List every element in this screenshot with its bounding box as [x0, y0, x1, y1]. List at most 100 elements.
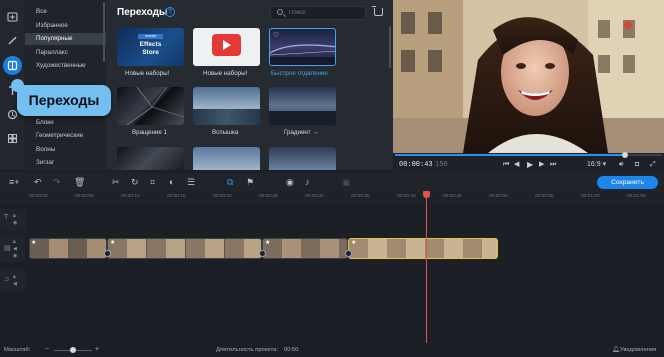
zoom-out-icon[interactable]: − [45, 346, 49, 353]
tile-rotation[interactable] [117, 87, 184, 125]
playback-progress[interactable] [395, 152, 662, 158]
video-preview [393, 0, 664, 153]
crop-icon[interactable]: ⌗ [150, 177, 155, 187]
time-ruler[interactable]: 00:00:00 00:00:05 00:00:10 00:00:15 00:0… [0, 191, 664, 203]
playhead-handle[interactable] [423, 191, 430, 198]
visibility-icon[interactable]: ◉ [13, 220, 17, 226]
more-icon[interactable] [4, 130, 21, 147]
clip-favorite-icon[interactable]: ★ [265, 239, 270, 246]
tile-transition-9[interactable] [269, 147, 336, 170]
aspect-ratio-select[interactable]: 16:9 ▾ [587, 160, 606, 169]
zoom-slider-knob[interactable] [70, 347, 76, 353]
tile-label-selected: Быстрое отдаление [271, 70, 328, 77]
ruler-tick: 00:00:05 [75, 194, 94, 199]
transition-marker-icon[interactable] [345, 250, 352, 257]
transition-wizard-icon[interactable]: ⧉ [227, 177, 233, 187]
record-voice-icon[interactable]: ◉ [286, 177, 294, 187]
lock-icon[interactable]: 🔒︎ [13, 239, 16, 245]
progress-fill [395, 154, 625, 156]
progress-knob[interactable] [621, 152, 628, 158]
preview-frame-image [393, 0, 664, 153]
color-adjust-icon[interactable]: ◐ [169, 177, 174, 187]
clip-favorite-icon[interactable]: ★ [110, 239, 115, 246]
redo-icon[interactable]: ↷ [53, 177, 61, 187]
marker-icon[interactable]: ⚑ [246, 177, 254, 187]
ruler-tick: 00:00:50 [489, 194, 508, 199]
step-forward-icon[interactable]: ▶ [539, 160, 544, 169]
step-back-icon[interactable]: ◀ [514, 160, 519, 169]
aspect-ratio-value: 16:9 [587, 161, 601, 168]
delete-icon[interactable]: 🗑︎ [74, 177, 85, 187]
panel-scrollbar[interactable] [389, 26, 391, 68]
tile-fast-zoom-out[interactable]: ♡ [269, 28, 336, 66]
tooltip-callout: Переходы [11, 79, 111, 116]
lock-icon[interactable]: 🔒︎ [13, 274, 16, 280]
zoom-in-icon[interactable]: + [95, 346, 99, 353]
ruler-tick: 00:00:00 [29, 194, 48, 199]
lock-icon[interactable]: 🔒︎ [13, 213, 16, 219]
audio-track-icon: ♫ [4, 276, 10, 283]
category-waves[interactable]: Волны [25, 144, 106, 156]
category-scrollbar[interactable] [103, 2, 105, 62]
tile-youtube-pack[interactable] [193, 28, 260, 66]
category-blocks[interactable]: Блоки [25, 117, 106, 129]
webcam-icon[interactable]: ▣ [342, 177, 351, 187]
rotate-icon[interactable]: ↻ [131, 177, 139, 187]
undo-icon[interactable]: ↶ [34, 177, 42, 187]
cut-icon[interactable]: ✂ [112, 177, 120, 187]
volume-icon[interactable]: 🔊︎ [619, 160, 623, 169]
help-icon[interactable]: ? [165, 7, 175, 17]
notifications-link[interactable]: Уведомления [620, 347, 656, 353]
microphone-icon[interactable]: ♪ [305, 177, 310, 187]
clip-favorite-icon[interactable]: ★ [351, 239, 356, 246]
search-box[interactable] [270, 6, 366, 20]
category-zigzag[interactable]: Зигзаг [25, 157, 106, 169]
category-popular[interactable]: Популярные [25, 33, 106, 45]
search-input[interactable] [289, 8, 359, 18]
skip-start-icon[interactable]: ⏮ [503, 160, 509, 169]
video-clip[interactable] [262, 238, 348, 259]
ruler-tick: 00:00:40 [397, 194, 416, 199]
tile-gradient[interactable] [269, 87, 336, 125]
play-icon[interactable]: ▶ [527, 160, 533, 169]
mute-icon[interactable]: ◀ [13, 281, 17, 287]
tile-effects-store[interactable]: movavi Effects Store [117, 28, 184, 66]
video-clip[interactable] [29, 238, 107, 259]
movavi-badge: movavi [138, 34, 163, 39]
tile-label: Вспышка [212, 129, 239, 136]
bell-icon[interactable]: 🔔︎ [612, 346, 620, 353]
effects-store-text: Effects Store [139, 41, 162, 56]
tile-label: Градиент → [284, 129, 319, 136]
category-artistic[interactable]: Художественные [25, 60, 106, 72]
category-favorites[interactable]: Избранное [25, 20, 106, 32]
import-icon[interactable] [4, 8, 21, 25]
mute-icon[interactable]: ◀ [13, 246, 17, 252]
video-track-icon: ▤ [4, 245, 11, 252]
tile-transition-8[interactable] [193, 147, 260, 170]
scale-label: Масштаб: [4, 347, 31, 353]
clip-properties-icon[interactable]: ☰ [187, 177, 195, 187]
category-parallax[interactable]: Параллакс [25, 47, 106, 59]
tile-flash[interactable] [193, 87, 260, 125]
tile-transition-7[interactable] [117, 147, 184, 170]
visibility-icon[interactable]: ◉ [13, 253, 17, 259]
category-all[interactable]: Все [25, 6, 106, 18]
skip-end-icon[interactable]: ⏭ [550, 160, 556, 169]
snapshot-icon[interactable]: ◘ [635, 160, 639, 169]
save-button[interactable]: Сохранить [597, 176, 658, 189]
clip-favorite-icon[interactable]: ★ [31, 239, 36, 246]
category-geometric[interactable]: Геометрические [25, 130, 106, 142]
magic-wand-icon[interactable] [4, 32, 21, 49]
ruler-tick: 00:00:20 [213, 194, 232, 199]
transition-marker-icon[interactable] [259, 250, 266, 257]
transitions-icon[interactable] [3, 56, 22, 75]
video-clip-selected[interactable] [348, 238, 498, 259]
transition-marker-icon[interactable] [104, 250, 111, 257]
fullscreen-icon[interactable]: ⤢ [650, 160, 656, 169]
status-bar: Масштаб: − + Длительность проекта: 00:50… [0, 343, 664, 357]
playhead[interactable] [426, 191, 427, 343]
cart-icon[interactable] [372, 6, 383, 16]
ruler-tick: 00:00:35 [351, 194, 370, 199]
video-clip[interactable] [107, 238, 262, 259]
add-track-icon[interactable]: ≡+ [9, 177, 20, 187]
